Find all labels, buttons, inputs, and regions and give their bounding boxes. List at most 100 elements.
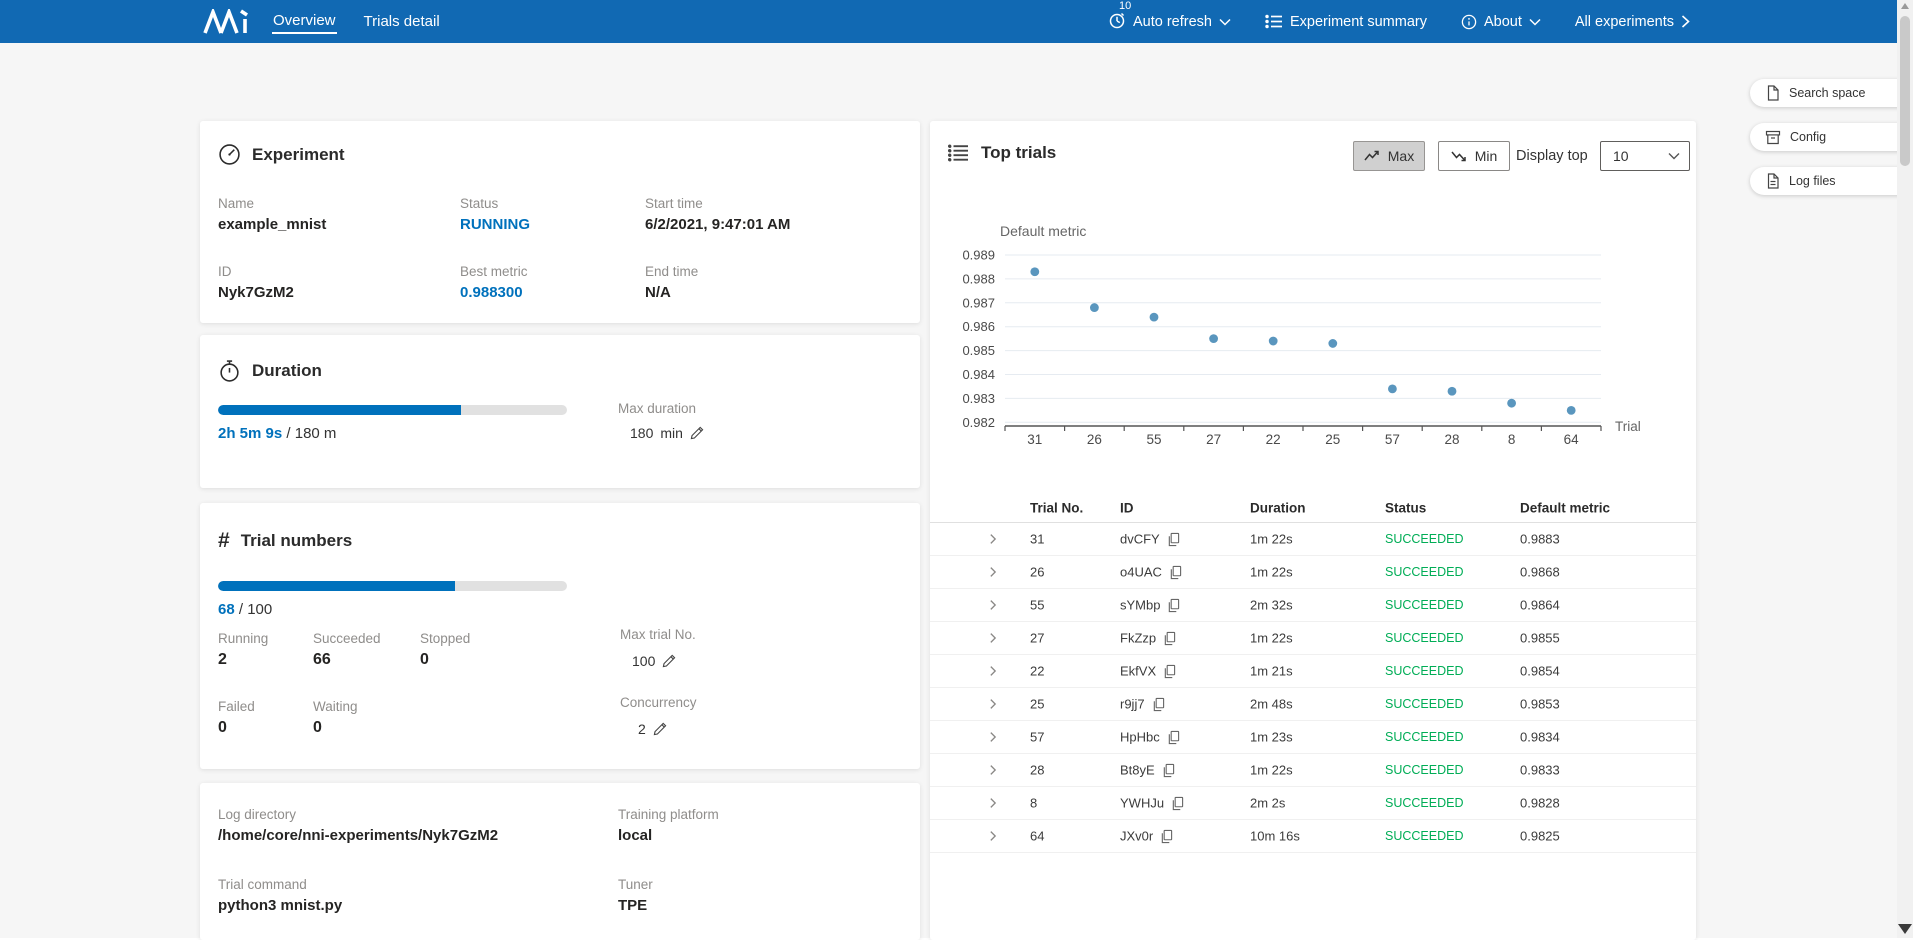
- trial-no-cell: 57: [1030, 730, 1044, 745]
- trial-no-cell: 22: [1030, 664, 1044, 679]
- row-expand-chevron-icon[interactable]: [986, 829, 1000, 843]
- max-duration-label: Max duration: [618, 401, 696, 416]
- svg-text:0.988: 0.988: [962, 271, 995, 286]
- copy-icon[interactable]: [1167, 532, 1180, 546]
- row-expand-chevron-icon[interactable]: [986, 532, 1000, 546]
- trial-no-cell: 28: [1030, 763, 1044, 778]
- edit-concurrency-icon[interactable]: [653, 722, 667, 736]
- row-expand-chevron-icon[interactable]: [986, 598, 1000, 612]
- trial-id-cell: EkfVX: [1120, 664, 1176, 679]
- trial-no-cell: 8: [1030, 796, 1037, 811]
- nni-logo: [203, 9, 257, 40]
- auto-refresh-dropdown[interactable]: 10 Auto refresh: [1108, 10, 1231, 33]
- copy-icon[interactable]: [1160, 829, 1173, 843]
- search-space-button[interactable]: Search space: [1750, 79, 1913, 107]
- trial-id-cell: sYMbp: [1120, 598, 1180, 613]
- top-trials-card-title: Top trials: [948, 143, 1056, 163]
- min-button[interactable]: Min: [1438, 141, 1510, 171]
- stopwatch-icon: [218, 359, 241, 383]
- edit-max-trial-icon[interactable]: [662, 654, 676, 668]
- trial-id-cell: Bt8yE: [1120, 763, 1175, 778]
- stat-waiting: Waiting 0: [313, 699, 358, 737]
- about-label: About: [1484, 14, 1522, 30]
- display-top-select[interactable]: 10: [1600, 141, 1690, 171]
- svg-text:0.986: 0.986: [962, 319, 995, 334]
- row-expand-chevron-icon[interactable]: [986, 796, 1000, 810]
- top-trials-table: Trial No. ID Duration Status Default met…: [930, 493, 1696, 853]
- experiment-card-title: Experiment: [218, 143, 345, 166]
- scrollbar-thumb[interactable]: [1900, 16, 1910, 166]
- vertical-scrollbar[interactable]: [1897, 0, 1913, 938]
- chevron-down-icon: [1219, 18, 1231, 26]
- trial-duration-cell: 2m 32s: [1250, 598, 1293, 613]
- trials-total: / 100: [235, 601, 273, 618]
- max-duration-unit: min: [660, 425, 683, 441]
- row-expand-chevron-icon[interactable]: [986, 763, 1000, 777]
- copy-icon[interactable]: [1167, 598, 1180, 612]
- experiment-summary-button[interactable]: Experiment summary: [1265, 13, 1427, 30]
- trial-metric-cell: 0.9828: [1520, 796, 1560, 811]
- trial-status-cell: SUCCEEDED: [1385, 796, 1464, 810]
- row-expand-chevron-icon[interactable]: [986, 697, 1000, 711]
- trial-status-cell: SUCCEEDED: [1385, 565, 1464, 579]
- trial-numbers-card-title: # Trial numbers: [218, 529, 352, 553]
- field-trial-command: Trial command python3 mnist.py: [218, 877, 342, 914]
- trial-status-cell: SUCCEEDED: [1385, 763, 1464, 777]
- config-button[interactable]: Config: [1750, 123, 1913, 151]
- copy-icon[interactable]: [1152, 697, 1165, 711]
- table-row: 31 dvCFY 1m 22s SUCCEEDED 0.9883: [930, 523, 1696, 556]
- trials-progress-bar: [218, 581, 567, 591]
- copy-icon[interactable]: [1167, 730, 1180, 744]
- scrollbar-down-arrow-icon[interactable]: [1898, 924, 1912, 934]
- top-trials-title-text: Top trials: [981, 143, 1056, 163]
- log-files-button[interactable]: Log files: [1750, 167, 1913, 195]
- page-background: Experiment Name example_mnist Status RUN…: [0, 43, 1913, 938]
- svg-text:Trial: Trial: [1615, 419, 1641, 434]
- max-button[interactable]: Max: [1353, 141, 1425, 171]
- trend-down-icon: [1451, 149, 1467, 163]
- max-trial-label: Max trial No.: [620, 627, 696, 642]
- duration-card: Duration 2h 5m 9s / 180 m Max duration 1…: [200, 335, 920, 488]
- trial-metric-cell: 0.9883: [1520, 532, 1560, 547]
- trials-done: 68: [218, 601, 235, 618]
- copy-icon[interactable]: [1169, 565, 1182, 579]
- trial-duration-cell: 1m 21s: [1250, 664, 1293, 679]
- trial-metric-cell: 0.9833: [1520, 763, 1560, 778]
- max-trial-value: 100: [632, 653, 655, 669]
- trial-metric-cell: 0.9853: [1520, 697, 1560, 712]
- document-icon: [1765, 85, 1780, 101]
- experiment-card: Experiment Name example_mnist Status RUN…: [200, 121, 920, 323]
- table-row: 22 EkfVX 1m 21s SUCCEEDED 0.9854: [930, 655, 1696, 688]
- trial-duration-cell: 1m 22s: [1250, 763, 1293, 778]
- duration-progress-text: 2h 5m 9s / 180 m: [218, 425, 336, 442]
- copy-icon[interactable]: [1162, 763, 1175, 777]
- svg-text:0.989: 0.989: [962, 248, 995, 263]
- svg-text:0.987: 0.987: [962, 295, 995, 310]
- trial-id-text: EkfVX: [1120, 664, 1156, 679]
- auto-refresh-label: Auto refresh: [1133, 14, 1212, 30]
- nav-right-group: 10 Auto refresh Experiment summary About…: [1108, 0, 1690, 43]
- svg-text:28: 28: [1444, 432, 1459, 447]
- copy-icon[interactable]: [1163, 664, 1176, 678]
- all-experiments-link[interactable]: All experiments: [1575, 14, 1690, 30]
- min-button-label: Min: [1475, 148, 1498, 164]
- field-id: ID Nyk7GzM2: [218, 264, 294, 301]
- row-expand-chevron-icon[interactable]: [986, 730, 1000, 744]
- tab-overview[interactable]: Overview: [272, 9, 337, 34]
- edit-max-duration-icon[interactable]: [690, 426, 704, 440]
- trial-id-cell: HpHbc: [1120, 730, 1180, 745]
- copy-icon[interactable]: [1163, 631, 1176, 645]
- field-name: Name example_mnist: [218, 196, 326, 233]
- table-header-row: Trial No. ID Duration Status Default met…: [930, 493, 1696, 523]
- copy-icon[interactable]: [1171, 796, 1184, 810]
- row-expand-chevron-icon[interactable]: [986, 664, 1000, 678]
- trial-status-cell: SUCCEEDED: [1385, 730, 1464, 744]
- row-expand-chevron-icon[interactable]: [986, 631, 1000, 645]
- row-expand-chevron-icon[interactable]: [986, 565, 1000, 579]
- trials-progress-text: 68 / 100: [218, 601, 272, 618]
- about-dropdown[interactable]: About: [1461, 14, 1541, 30]
- trial-duration-cell: 1m 22s: [1250, 565, 1293, 580]
- scrollbar-up-arrow-icon[interactable]: [1901, 3, 1909, 9]
- nav-tabs: Overview Trials detail: [272, 0, 441, 43]
- tab-trials-detail[interactable]: Trials detail: [363, 10, 441, 33]
